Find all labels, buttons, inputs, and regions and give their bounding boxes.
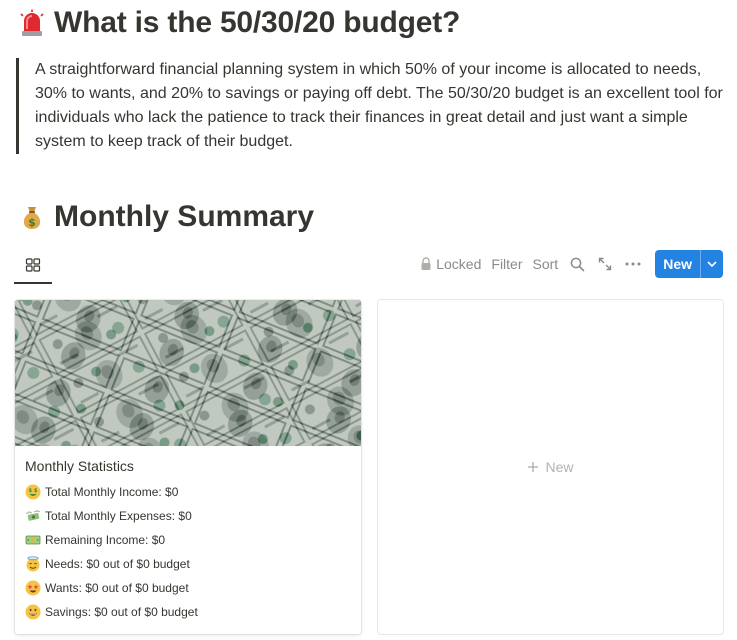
expand-button[interactable] — [591, 250, 619, 278]
filter-button[interactable]: Filter — [486, 250, 527, 278]
gallery-grid-icon — [25, 258, 41, 272]
search-icon — [570, 257, 585, 271]
sort-button[interactable]: Sort — [528, 250, 564, 278]
expand-icon — [599, 257, 612, 271]
stat-total-income-text: Total Monthly Income: $0 — [45, 485, 179, 499]
money-bag-emoji-icon: $ — [23, 207, 41, 229]
svg-text:$: $ — [28, 488, 32, 494]
new-button-group: New — [655, 250, 723, 278]
dollar-banknote-icon — [25, 535, 41, 545]
dollar-bills-cover-image — [15, 300, 361, 446]
money-mouth-face-icon: $ $ — [25, 484, 41, 500]
card-title: Monthly Statistics — [25, 458, 134, 474]
gallery-view-tab[interactable] — [14, 248, 52, 284]
search-button[interactable] — [563, 250, 591, 278]
add-new-label: New — [545, 459, 574, 475]
chevron-down-icon — [707, 261, 717, 267]
stat-savings-text: Savings: $0 out of $0 budget — [45, 605, 198, 619]
gallery-card-monthly-statistics[interactable]: Monthly Statistics $ $ Total Monthly Inc… — [15, 300, 361, 634]
card-body: Monthly Statistics $ $ Total Monthly Inc… — [15, 446, 361, 624]
plus-icon — [528, 462, 539, 472]
stat-total-expenses-text: Total Monthly Expenses: $0 — [45, 509, 192, 523]
locked-button[interactable]: Locked — [415, 250, 486, 278]
stat-wants: Wants: $0 out of $0 budget — [25, 576, 351, 600]
heading-monthly-summary-text: Monthly Summary — [54, 200, 315, 233]
heading-budget-text: What is the 50/30/20 budget? — [54, 6, 461, 39]
svg-text:$: $ — [34, 488, 38, 494]
quote-block: A straightforward financial planning sys… — [16, 58, 725, 154]
locked-label: Locked — [436, 256, 482, 272]
stat-total-expenses: Total Monthly Expenses: $0 — [25, 504, 351, 528]
new-button[interactable]: New — [655, 250, 701, 278]
heading-monthly-summary: $ Monthly Summary — [18, 200, 314, 234]
database-view-bar: Locked Filter Sort New — [14, 248, 723, 284]
stat-remaining-income-text: Remaining Income: $0 — [45, 533, 166, 547]
star-struck-icon — [25, 580, 41, 596]
new-dropdown-button[interactable] — [701, 250, 723, 278]
stat-needs: Needs: $0 out of $0 budget — [25, 552, 351, 576]
grinning-face-icon — [25, 604, 41, 620]
view-toolbar: Locked Filter Sort New — [415, 250, 723, 278]
stat-savings: Savings: $0 out of $0 budget — [25, 600, 351, 624]
add-new-item[interactable]: New — [527, 459, 574, 475]
siren-emoji-icon — [20, 9, 44, 36]
heading-budget: What is the 50/30/20 budget? — [18, 6, 460, 40]
more-options-button[interactable] — [619, 250, 647, 278]
stat-wants-text: Wants: $0 out of $0 budget — [45, 581, 189, 595]
svg-text:$: $ — [28, 216, 36, 229]
more-icon — [625, 262, 641, 266]
lock-icon — [421, 257, 431, 270]
gallery-add-new-card[interactable]: New — [378, 300, 723, 634]
stat-needs-text: Needs: $0 out of $0 budget — [45, 557, 190, 571]
notion-page: What is the 50/30/20 budget? A straightf… — [0, 0, 737, 640]
smiling-face-with-halo-icon — [26, 556, 40, 572]
stat-total-income: $ $ Total Monthly Income: $0 — [25, 480, 351, 504]
stat-remaining-income: Remaining Income: $0 — [25, 528, 351, 552]
money-with-wings-icon — [25, 510, 41, 521]
